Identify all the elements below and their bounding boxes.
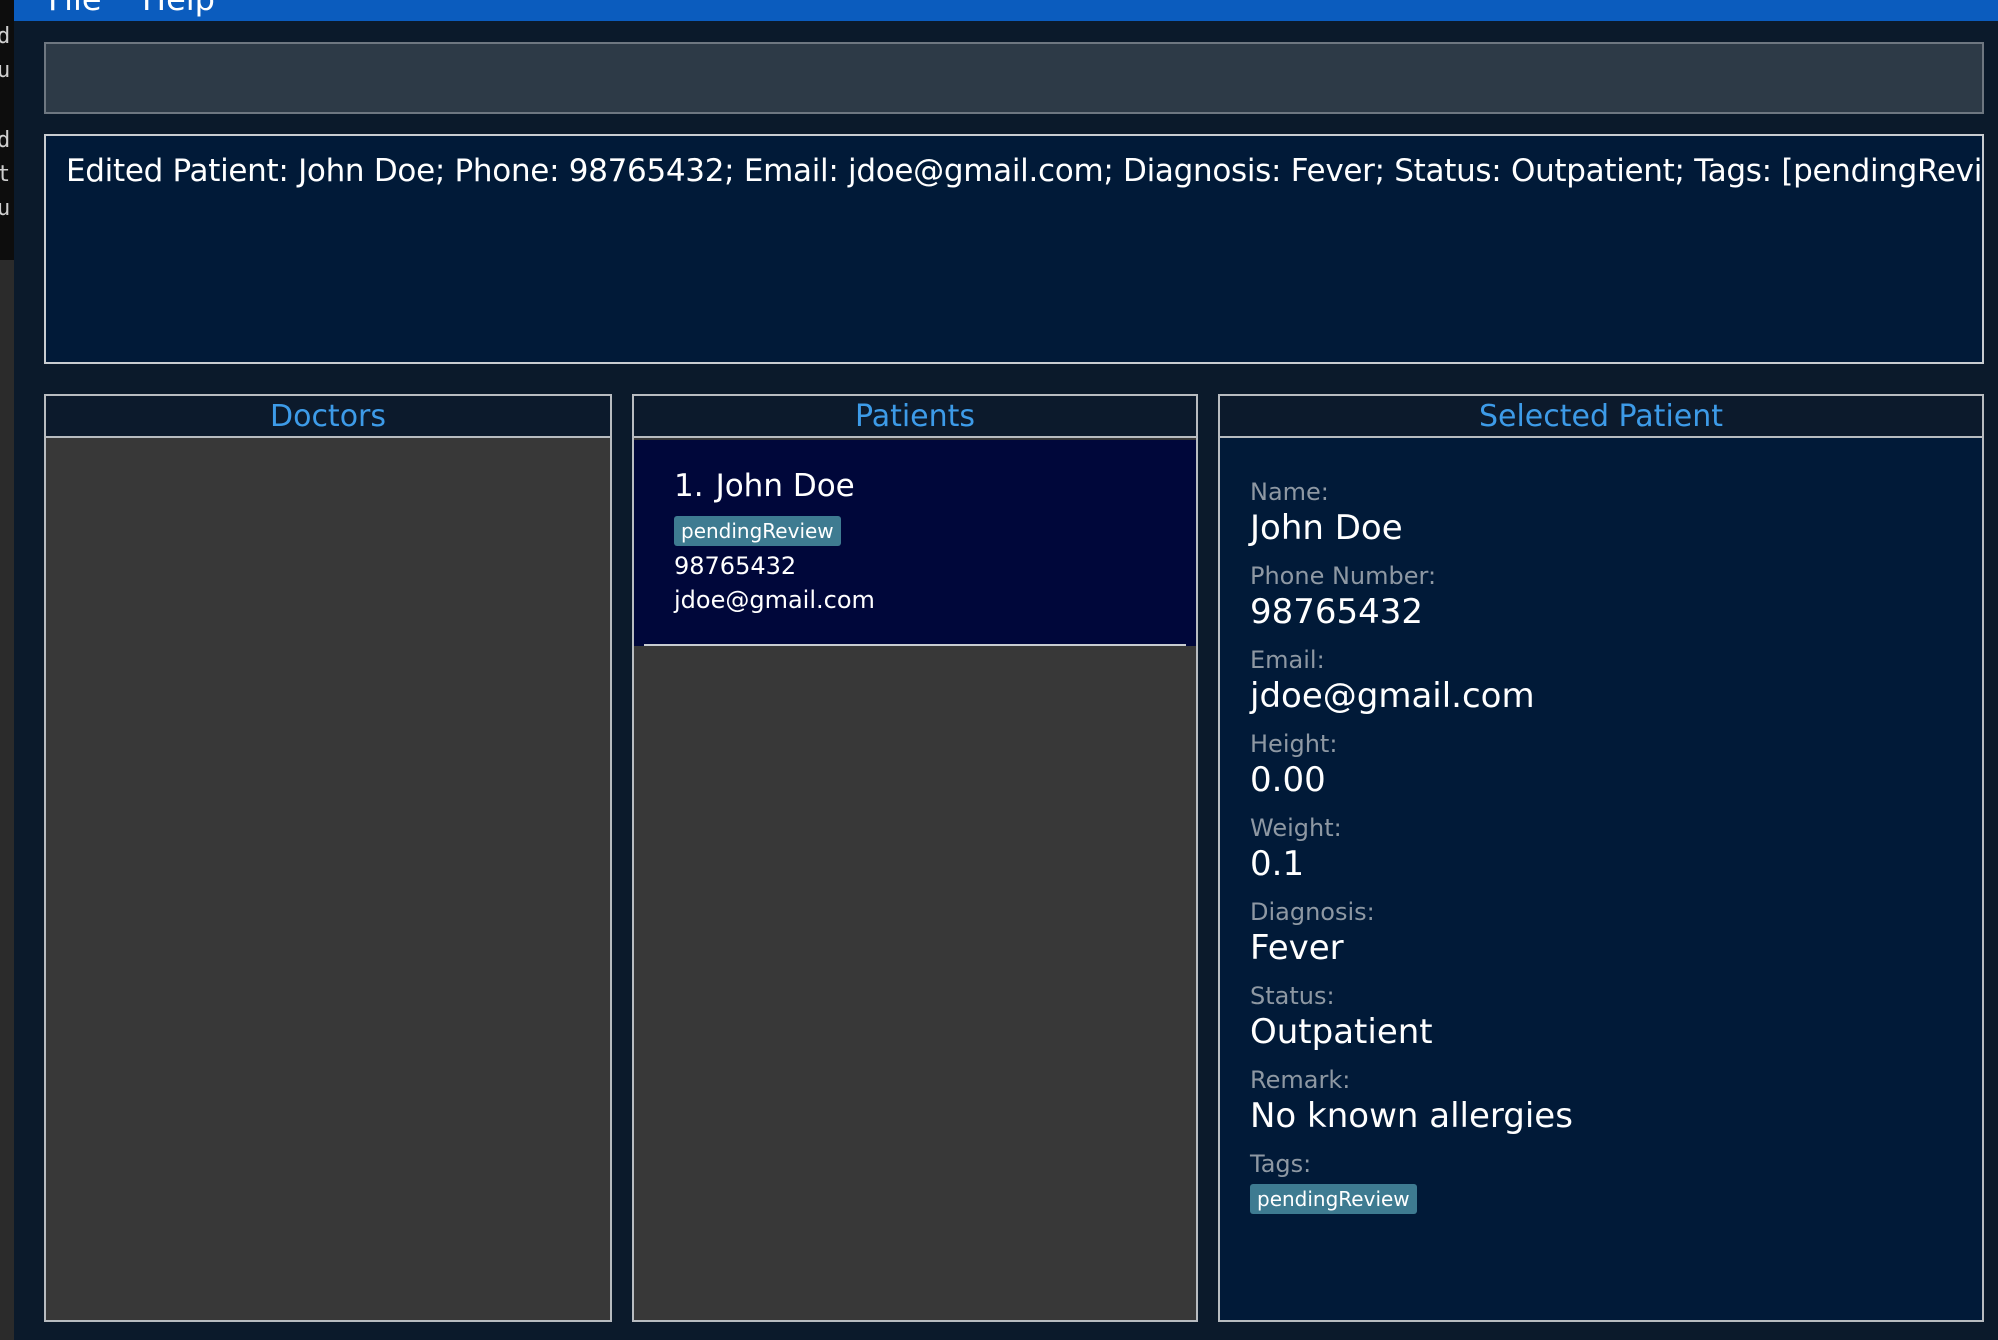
tags-label: Tags: [1250, 1150, 1312, 1178]
phone-value: 98765432 [1250, 592, 1424, 632]
height-value: 0.00 [1250, 760, 1326, 800]
patient-index: 1. [674, 468, 704, 504]
height-label: Height: [1250, 730, 1338, 758]
weight-value: 0.1 [1250, 844, 1305, 884]
phone-label: Phone Number: [1250, 562, 1437, 590]
menu-file[interactable]: File [48, 0, 102, 18]
selected-patient-panel: Selected Patient Name: John Doe Phone Nu… [1218, 394, 1984, 1322]
doctors-list[interactable] [46, 438, 610, 1318]
patient-list-item[interactable]: 1. John Doe pendingReview 98765432 jdoe@g… [634, 440, 1196, 646]
result-message: Edited Patient: John Doe; Phone: 9876543… [66, 153, 1984, 189]
menu-bar: File Help [14, 0, 1998, 21]
name-label: Name: [1250, 478, 1329, 506]
doctors-panel: Doctors [44, 394, 612, 1322]
patients-panel: Patients 1. John Doe pendingReview 987654… [632, 394, 1198, 1322]
diagnosis-value: Fever [1250, 928, 1344, 968]
selected-tag: pendingReview [1250, 1184, 1417, 1214]
patients-panel-title: Patients [634, 396, 1196, 438]
list-divider [644, 644, 1186, 646]
weight-label: Weight: [1250, 814, 1342, 842]
patient-tags: pendingReview [674, 516, 841, 546]
command-input[interactable] [44, 42, 1984, 114]
background-terminal-strip: d u d t u [0, 0, 14, 1340]
patient-details: Name: John Doe Phone Number: 98765432 Em… [1250, 476, 1573, 1214]
terminal-glyph: t [0, 162, 11, 187]
terminal-glyph: d [0, 24, 11, 49]
patient-email: jdoe@gmail.com [674, 586, 875, 614]
selected-panel-title: Selected Patient [1220, 396, 1982, 438]
patient-name: John Doe [715, 468, 855, 504]
menu-help[interactable]: Help [142, 0, 215, 18]
patient-phone: 98765432 [674, 552, 797, 580]
email-value: jdoe@gmail.com [1250, 676, 1535, 716]
doctors-panel-title: Doctors [46, 396, 610, 438]
result-display: Edited Patient: John Doe; Phone: 9876543… [44, 134, 1984, 364]
email-label: Email: [1250, 646, 1325, 674]
selected-tags: pendingReview [1250, 1184, 1573, 1214]
status-label: Status: [1250, 982, 1335, 1010]
remark-value: No known allergies [1250, 1096, 1573, 1136]
name-value: John Doe [1250, 508, 1403, 548]
diagnosis-label: Diagnosis: [1250, 898, 1375, 926]
terminal-glyph: d [0, 128, 11, 153]
patient-tag: pendingReview [674, 516, 841, 546]
terminal-glyph: u [0, 58, 11, 83]
terminal-glyph: u [0, 196, 11, 221]
remark-label: Remark: [1250, 1066, 1351, 1094]
status-value: Outpatient [1250, 1012, 1433, 1052]
patient-name-line: 1. John Doe [674, 468, 855, 504]
